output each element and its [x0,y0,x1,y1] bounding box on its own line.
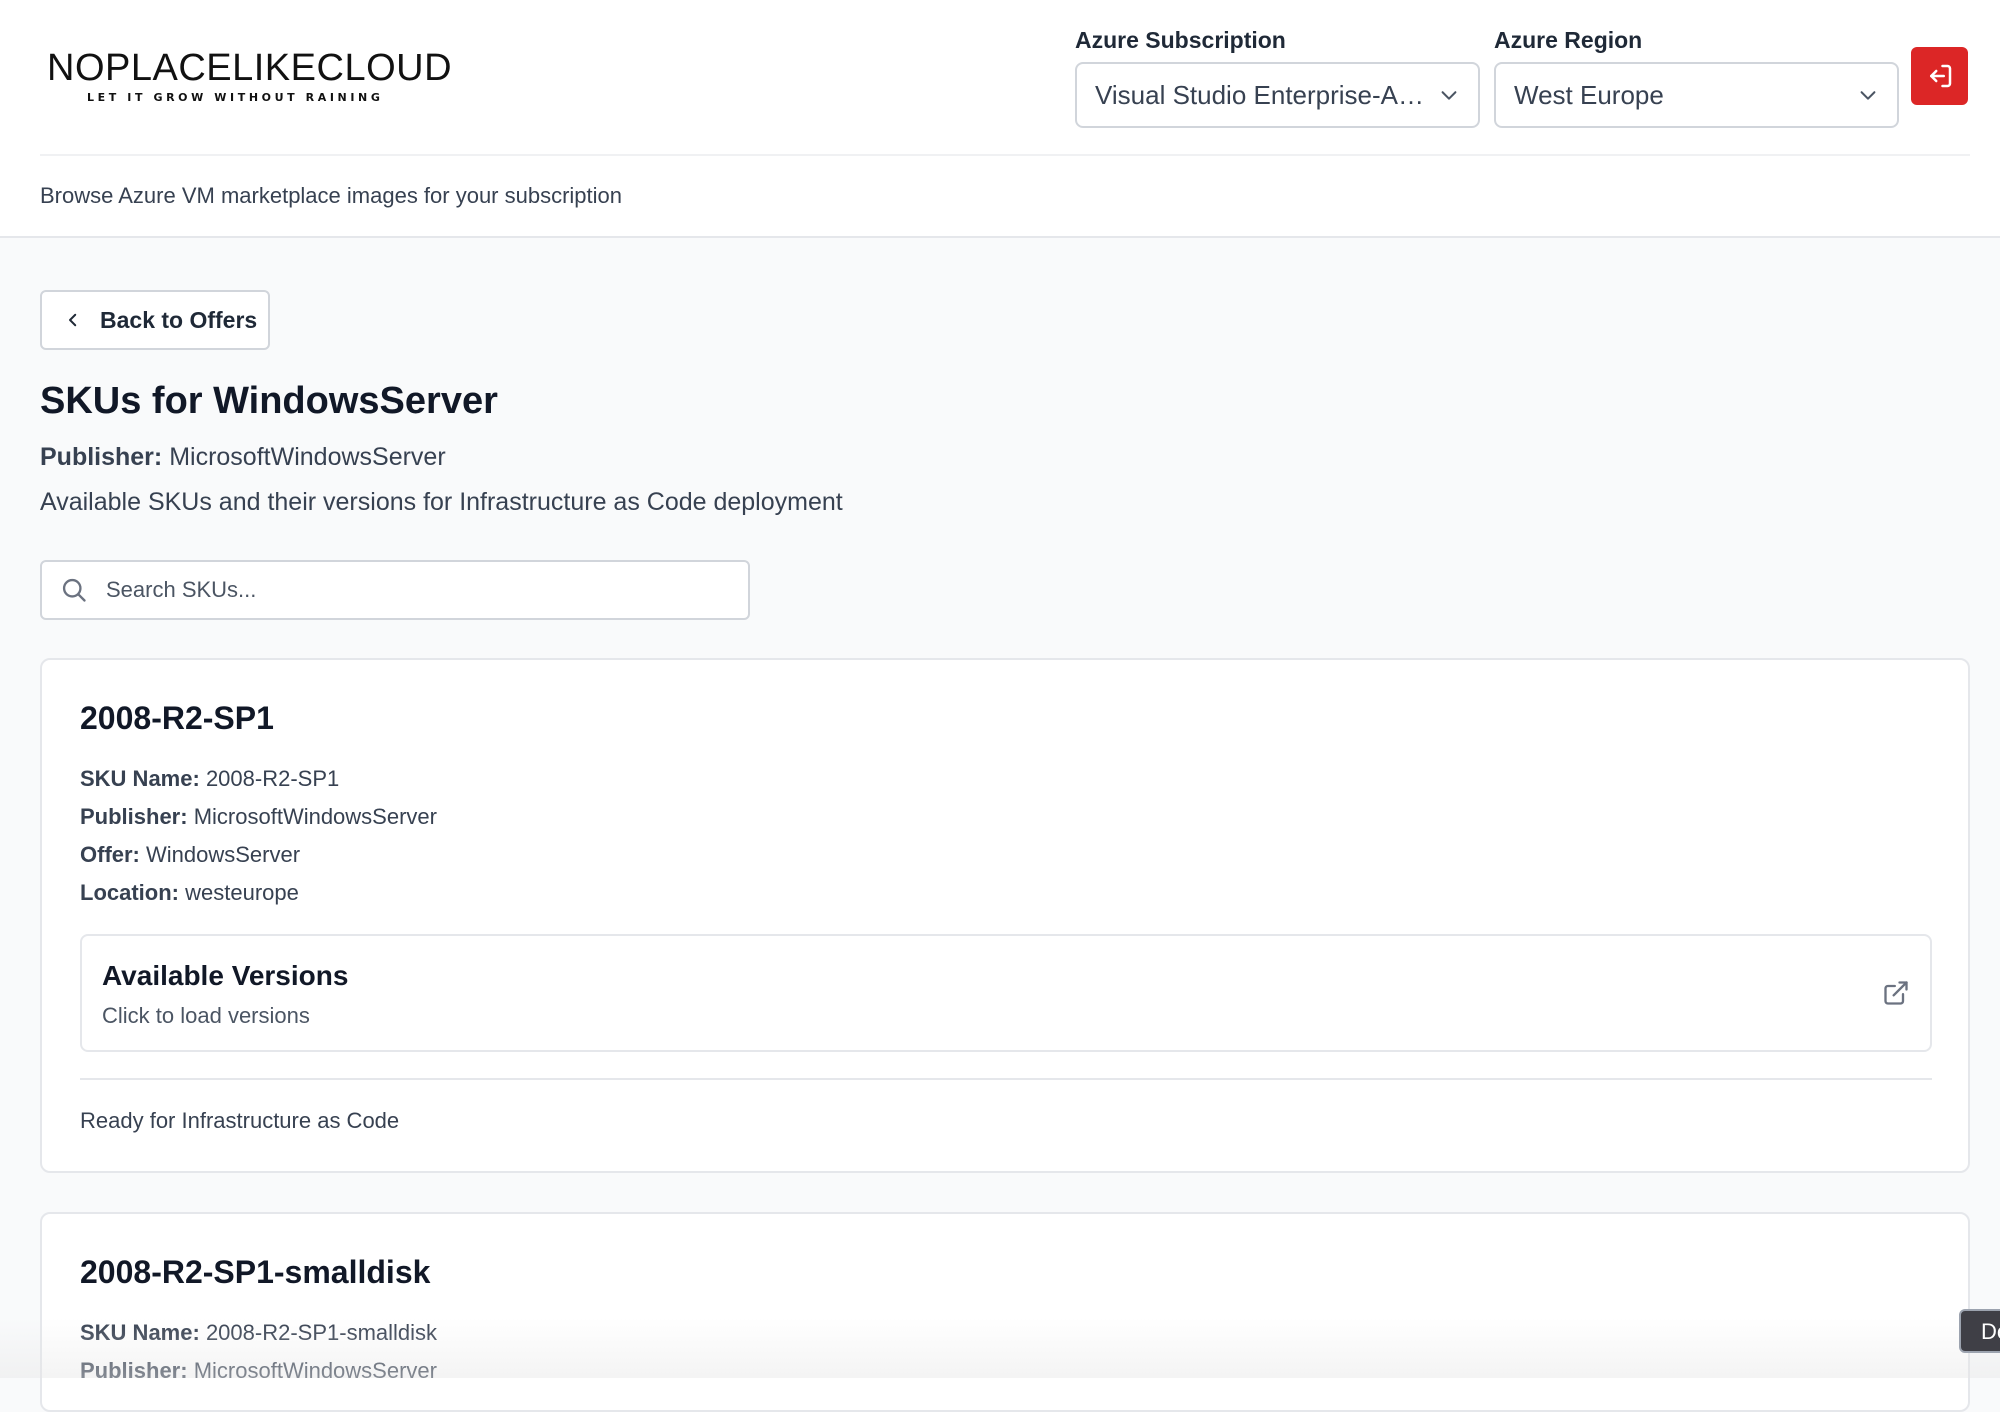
sku-publisher-label: Publisher: [80,804,188,829]
back-to-offers-button[interactable]: Back to Offers [40,290,270,350]
subscription-label: Azure Subscription [1075,27,1286,53]
iac-ready-status: Ready for Infrastructure as Code [80,1108,400,1133]
publisher-value: MicrosoftWindowsServer [169,443,446,471]
subscription-selected-value: Visual Studio Enterprise-Ab... [1095,79,1432,110]
sku-name-value: 2008-R2-SP1-smalldisk [205,1320,438,1345]
sku-publisher-row: Publisher: MicrosoftWindowsServer [80,804,437,830]
subscription-select[interactable]: Visual Studio Enterprise-Ab... [1075,62,1480,128]
sku-title: 2008-R2-SP1 [80,700,274,736]
logout-button[interactable] [1911,47,1968,105]
search-box[interactable] [40,560,750,620]
sku-location-label: Location: [80,880,179,905]
page-title: SKUs for WindowsServer [40,380,498,422]
chevron-left-icon [69,313,77,327]
sku-name-label: SKU Name: [80,1320,200,1345]
page-description: Available SKUs and their versions for In… [40,488,843,516]
versions-subtitle: Click to load versions [102,1003,310,1028]
sku-card: 2008-R2-SP1-smalldisk SKU Name: 2008-R2-… [40,1212,1970,1412]
header-divider [40,154,1970,156]
sku-offer-row: Offer: WindowsServer [80,842,300,868]
available-versions-panel[interactable]: Available Versions Click to load version… [80,934,1932,1052]
sku-publisher-label: Publisher: [80,1358,188,1383]
back-button-label: Back to Offers [100,306,258,333]
sku-publisher-row: Publisher: MicrosoftWindowsServer [80,1358,437,1384]
dev-tools-badge[interactable]: De [1959,1309,2000,1353]
publisher-info: Publisher: MicrosoftWindowsServer [40,443,446,472]
brand-tagline: LET IT GROW WITHOUT RAINING [87,91,384,104]
sku-offer-value: WindowsServer [146,842,301,867]
sku-publisher-value: MicrosoftWindowsServer [193,1358,437,1383]
search-input[interactable] [106,577,706,603]
external-link-icon[interactable] [1882,979,1910,1007]
sku-location-row: Location: westeurope [80,880,299,906]
sku-name-label: SKU Name: [80,766,200,791]
sku-title: 2008-R2-SP1-smalldisk [80,1254,431,1290]
brand-name: NOPLACELIKECLOUD [47,47,453,89]
sku-location-value: westeurope [185,880,299,905]
header-subtitle: Browse Azure VM marketplace images for y… [40,183,623,208]
sku-name-row: SKU Name: 2008-R2-SP1-smalldisk [80,1320,437,1346]
app-header: NOPLACELIKECLOUD LET IT GROW WITHOUT RAI… [0,0,2000,238]
sku-card: 2008-R2-SP1 SKU Name: 2008-R2-SP1 Publis… [40,658,1970,1173]
sku-publisher-value: MicrosoftWindowsServer [193,804,437,829]
logout-icon [1929,64,1951,88]
chevron-down-icon [1441,91,1457,100]
sku-offer-label: Offer: [80,842,140,867]
publisher-label: Publisher: [40,443,163,471]
brand-logo[interactable]: NOPLACELIKECLOUD LET IT GROW WITHOUT RAI… [47,47,453,104]
card-divider [80,1078,1932,1080]
region-select[interactable]: West Europe [1494,62,1899,128]
sku-name-value: 2008-R2-SP1 [205,766,340,791]
sku-name-row: SKU Name: 2008-R2-SP1 [80,766,339,792]
region-selected-value: West Europe [1514,79,1664,110]
region-label: Azure Region [1494,27,1643,53]
search-icon [62,578,86,602]
chevron-down-icon [1860,91,1876,100]
versions-title: Available Versions [102,960,349,991]
